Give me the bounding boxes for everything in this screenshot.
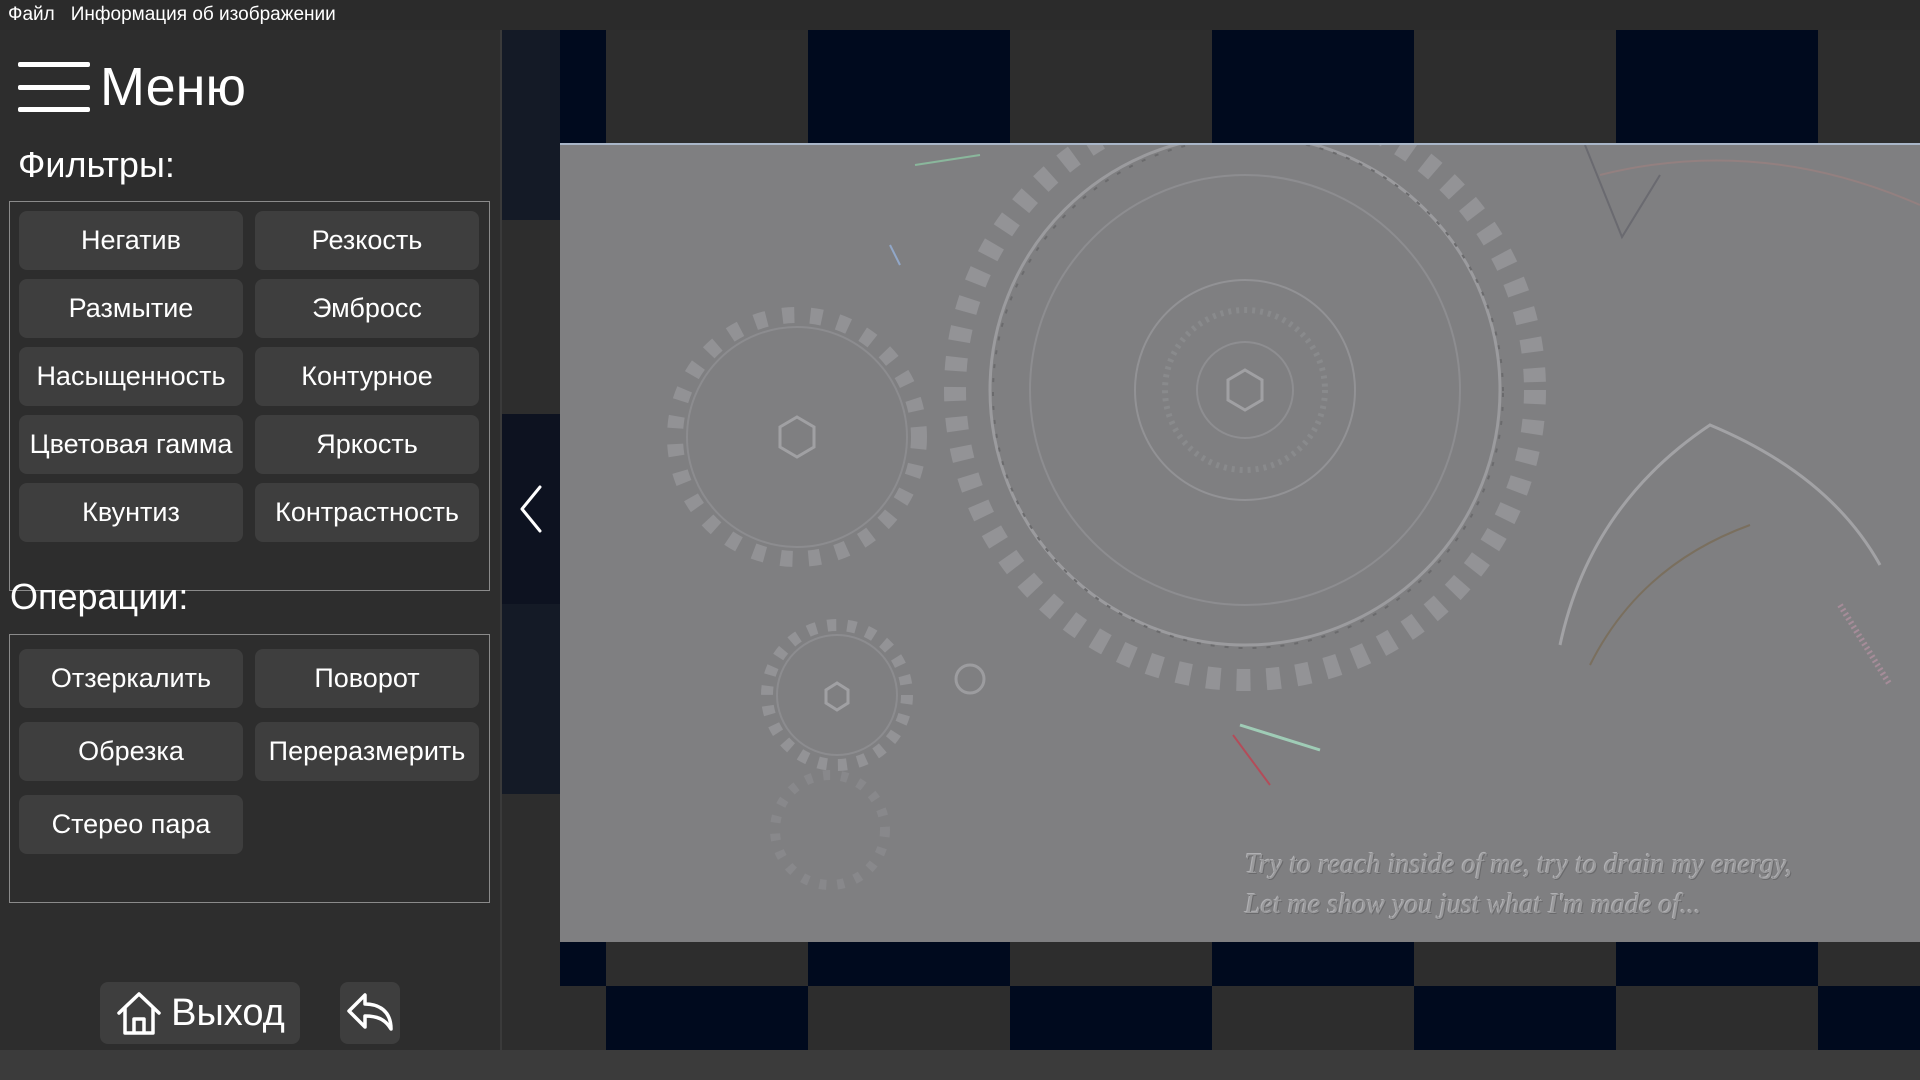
quote-line-2: Let me show you just what I'm made of... — [1245, 889, 1702, 920]
image-quote: Try to reach inside of me, try to drain … — [1245, 845, 1792, 925]
operations-label: Операции: — [10, 576, 189, 617]
filter-emboss-button[interactable]: Эмбросс — [255, 279, 479, 338]
embossed-image: Try to reach inside of me, try to drain … — [560, 143, 1920, 942]
menu-header[interactable]: Меню — [18, 52, 246, 122]
filter-quantize-button[interactable]: Квунтиз — [19, 483, 243, 542]
collapse-panel-button[interactable] — [502, 414, 560, 604]
exit-label: Выход — [171, 991, 285, 1034]
menubar: Файл Информация об изображении — [0, 0, 1920, 30]
hamburger-icon[interactable] — [18, 62, 90, 112]
filter-brightness-button[interactable]: Яркость — [255, 415, 479, 474]
filter-contour-button[interactable]: Контурное — [255, 347, 479, 406]
quote-line-1: Try to reach inside of me, try to drain … — [1245, 849, 1792, 880]
op-resize-button[interactable]: Переразмерить — [255, 722, 479, 781]
op-crop-button[interactable]: Обрезка — [19, 722, 243, 781]
filter-saturation-button[interactable]: Насыщенность — [19, 347, 243, 406]
menu-file[interactable]: Файл — [0, 0, 63, 30]
op-stereo-pair-button[interactable]: Стерео пара — [19, 795, 243, 854]
filter-blur-button[interactable]: Размытие — [19, 279, 243, 338]
status-bar — [0, 1050, 1920, 1080]
filter-color-gamma-button[interactable]: Цветовая гамма — [19, 415, 243, 474]
op-mirror-button[interactable]: Отзеркалить — [19, 649, 243, 708]
sidebar: Меню Фильтры: Негатив Резкость Размытие … — [0, 30, 500, 1050]
home-icon — [117, 992, 161, 1035]
back-arrow-icon — [347, 993, 393, 1031]
back-button[interactable] — [340, 982, 400, 1044]
menu-title: Меню — [100, 57, 246, 117]
chevron-left-icon — [520, 485, 542, 533]
image-content — [667, 145, 1920, 890]
filter-contrast-button[interactable]: Контрастность — [255, 483, 479, 542]
exit-button[interactable]: Выход — [100, 982, 300, 1044]
filter-sharpen-button[interactable]: Резкость — [255, 211, 479, 270]
filter-negative-button[interactable]: Негатив — [19, 211, 243, 270]
image-viewer: Try to reach inside of me, try to drain … — [502, 30, 1920, 1050]
operations-group: Отзеркалить Поворот Обрезка Переразмерит… — [9, 634, 490, 903]
filters-label: Фильтры: — [18, 144, 175, 185]
op-rotate-button[interactable]: Поворот — [255, 649, 479, 708]
menu-image-info[interactable]: Информация об изображении — [63, 0, 344, 30]
filters-group: Негатив Резкость Размытие Эмбросс Насыще… — [9, 201, 490, 591]
